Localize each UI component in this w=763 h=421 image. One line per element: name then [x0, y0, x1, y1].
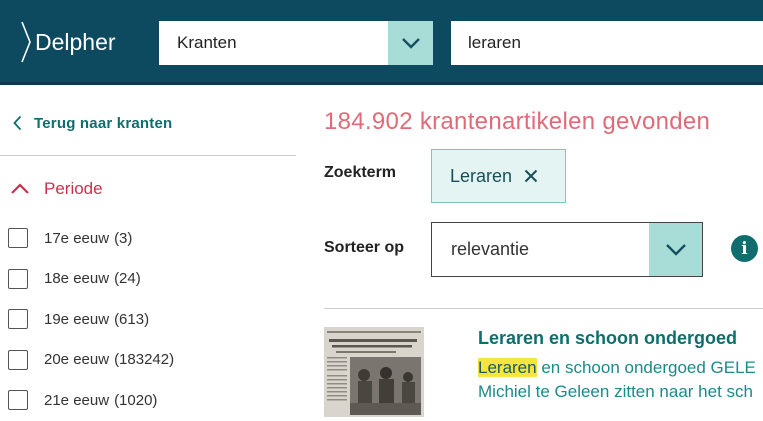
back-link-label: Terug naar kranten — [34, 114, 173, 132]
chevron-up-icon — [11, 183, 29, 194]
facet-checkbox[interactable] — [8, 228, 28, 249]
facet-item-label: 19e eeuw — [44, 310, 110, 328]
facet-checkbox[interactable] — [8, 268, 28, 289]
facet-checkbox[interactable] — [8, 349, 28, 370]
facet-item-label: 18e eeuw — [44, 270, 110, 288]
back-to-kranten-link[interactable]: Terug naar kranten — [13, 111, 172, 135]
chevron-left-icon — [13, 115, 22, 131]
zoekterm-label: Zoekterm — [324, 164, 397, 181]
header: Delpher Kranten — [0, 0, 763, 85]
sort-select[interactable]: relevantie — [431, 222, 703, 277]
facet-item-count: (613) — [114, 310, 150, 328]
sort-select-toggle[interactable] — [649, 223, 702, 276]
close-icon[interactable] — [524, 169, 538, 183]
sidebar-divider — [0, 155, 296, 156]
logo-bracket-icon — [21, 21, 31, 63]
results-divider — [324, 308, 763, 309]
facet-item[interactable]: 17e eeuw (3) — [8, 218, 174, 259]
collection-select-toggle[interactable] — [388, 21, 433, 65]
facet-item-label: 20e eeuw — [44, 351, 110, 369]
search-input[interactable] — [451, 21, 763, 65]
facet-checkbox[interactable] — [8, 390, 28, 411]
chevron-down-icon — [665, 244, 686, 256]
sort-label: Sorteer op — [324, 239, 405, 256]
logo-text: Delpher — [35, 28, 116, 55]
facet-item-label: 21e eeuw — [44, 391, 110, 409]
result-thumbnail[interactable] — [324, 327, 424, 417]
collection-select[interactable]: Kranten — [159, 21, 433, 65]
result-snippet-line2: Michiel te Geleen zitten naar het sch — [478, 382, 753, 401]
facet-item[interactable]: 20e eeuw (183242) — [8, 340, 174, 381]
result-title-link[interactable]: Leraren en schoon ondergoed — [478, 328, 737, 349]
facet-item-count: (3) — [114, 229, 133, 247]
result-snippet-line3 — [478, 405, 728, 413]
newspaper-thumbnail-image — [324, 327, 424, 417]
facet-item-count: (1020) — [114, 391, 158, 409]
facet-periode-toggle[interactable]: Periode — [10, 177, 103, 201]
facet-item[interactable]: 18e eeuw (24) — [8, 259, 174, 300]
search-term-chip-label: Leraren — [450, 165, 513, 186]
facet-periode-label: Periode — [44, 179, 103, 198]
search-term-chip[interactable]: Leraren — [431, 149, 566, 203]
result-snippet-text: en schoon ondergoed GELE — [536, 358, 756, 377]
facet-item-count: (183242) — [114, 351, 175, 369]
facet-item-count: (24) — [114, 270, 141, 288]
facet-item[interactable]: 21e eeuw (1020) — [8, 380, 174, 421]
results-count: 184.902 krantenartikelen gevonden — [324, 108, 711, 135]
result-snippet-line: Leraren en schoon ondergoed GELE — [478, 358, 756, 378]
chevron-down-icon — [401, 38, 420, 49]
collection-select-value: Kranten — [177, 33, 237, 52]
facet-item[interactable]: 19e eeuw (613) — [8, 299, 174, 340]
search-term-highlight: Leraren — [478, 358, 537, 377]
sort-select-value: relevantie — [451, 239, 530, 259]
facet-item-label: 17e eeuw — [44, 229, 110, 247]
info-icon[interactable]: i — [731, 235, 758, 262]
facet-periode-list: 17e eeuw (3) 18e eeuw (24) 19e eeuw (613… — [8, 218, 174, 421]
facet-checkbox[interactable] — [8, 309, 28, 330]
delpher-logo[interactable]: Delpher — [20, 20, 116, 64]
